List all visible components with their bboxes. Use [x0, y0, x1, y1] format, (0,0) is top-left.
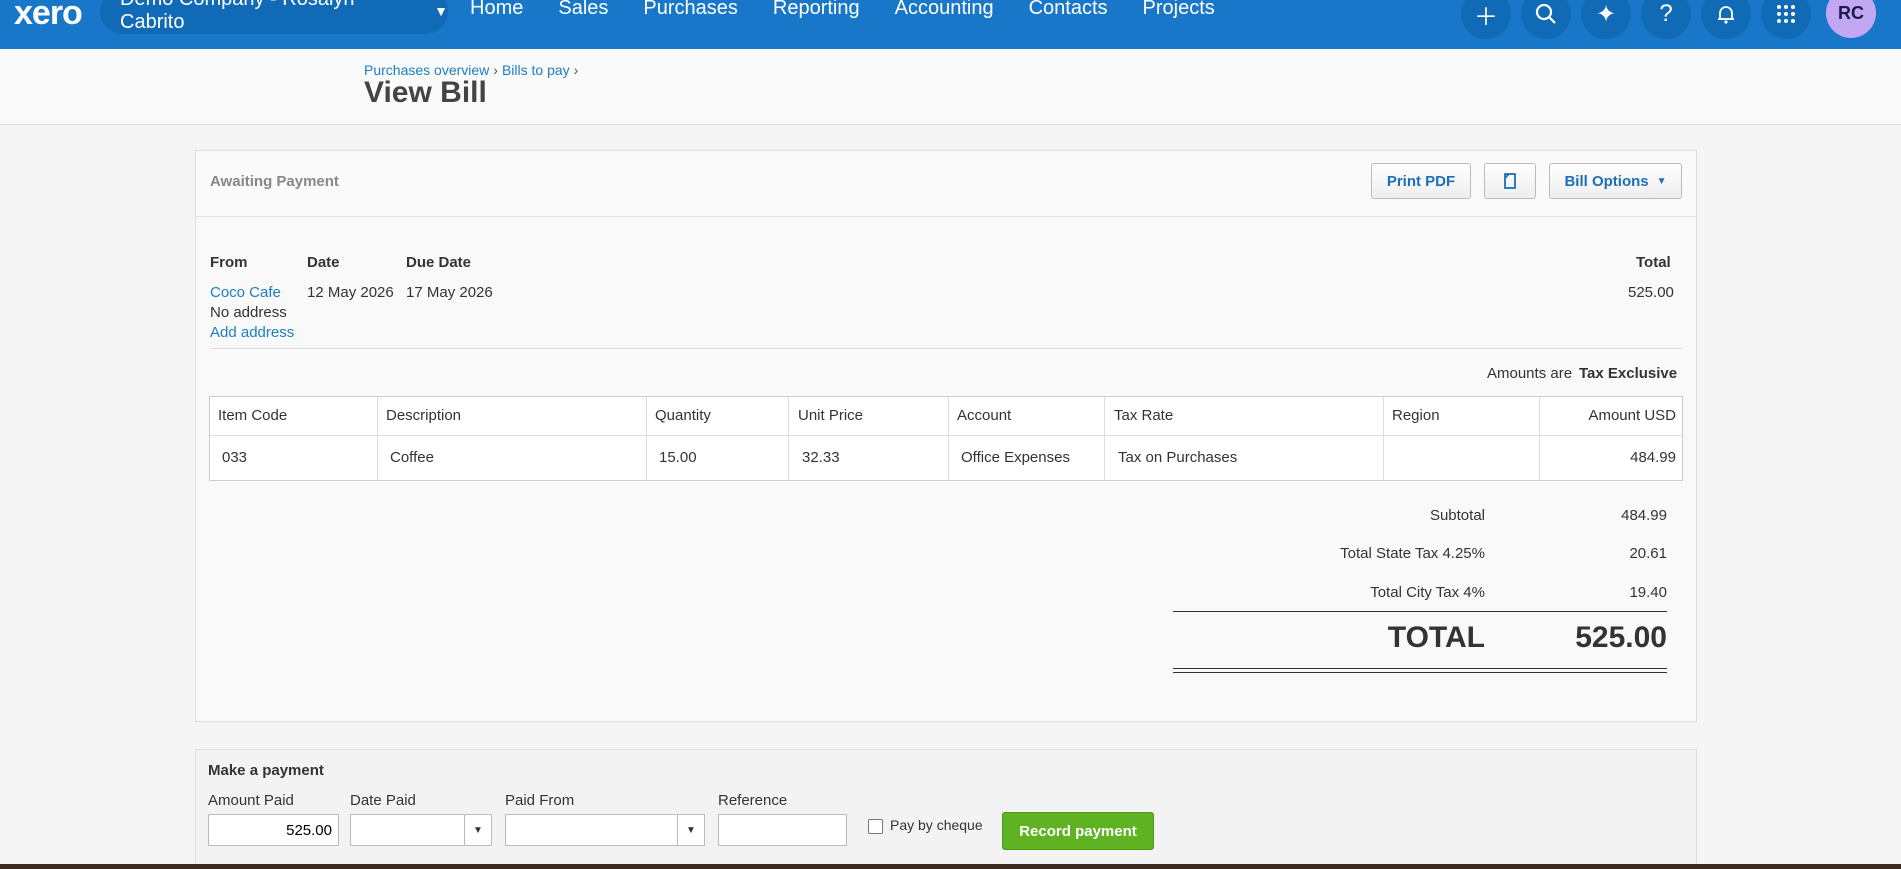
- reference-input[interactable]: [718, 814, 847, 846]
- cell-quantity[interactable]: 15.00: [659, 449, 697, 466]
- date-paid-picker[interactable]: ▼: [350, 814, 492, 846]
- nav-home[interactable]: Home: [470, 0, 523, 20]
- no-address-text: No address: [210, 304, 287, 321]
- cell-item-code[interactable]: 033: [222, 449, 247, 466]
- bill-panel-header: Awaiting Payment Print PDF Bill Options …: [196, 151, 1696, 217]
- column-divider: [1383, 397, 1384, 480]
- organisation-name: Demo Company - Rosalyn Cabrito: [120, 0, 355, 33]
- totals-divider: [1173, 611, 1667, 612]
- bill-options-label: Bill Options: [1564, 172, 1649, 190]
- user-avatar[interactable]: RC: [1826, 0, 1876, 38]
- subtotal-value: 484.99: [1621, 507, 1667, 524]
- cell-description[interactable]: Coffee: [390, 449, 434, 466]
- breadcrumb-separator: ›: [573, 62, 579, 78]
- column-header-quantity: Quantity: [655, 407, 711, 424]
- paid-from-label: Paid From: [505, 792, 575, 809]
- column-header-description: Description: [386, 407, 462, 424]
- search-icon[interactable]: [1521, 0, 1571, 39]
- page-header: Purchases overview › Bills to pay › View Bi…: [0, 49, 1901, 125]
- breadcrumb-bills-to-pay[interactable]: Bills to pay: [502, 62, 570, 78]
- line-items-table: Item Code Description Quantity Unit Pric…: [209, 396, 1683, 481]
- grand-total-value: 525.00: [1575, 621, 1667, 654]
- column-divider: [788, 397, 789, 480]
- add-address-link[interactable]: Add address: [210, 324, 294, 341]
- copy-icon: [1504, 173, 1516, 189]
- paid-from-select[interactable]: ▼: [505, 814, 705, 846]
- state-tax-label: Total State Tax 4.25%: [1340, 545, 1485, 562]
- reference-label: Reference: [718, 792, 788, 809]
- city-tax-label: Total City Tax 4%: [1370, 584, 1485, 601]
- amounts-are-value: Tax Exclusive: [1579, 365, 1678, 382]
- amounts-are-label: Amounts are: [1487, 365, 1573, 382]
- column-header-account: Account: [957, 407, 1012, 424]
- pay-by-cheque-checkbox[interactable]: [868, 819, 883, 834]
- nav-sales[interactable]: Sales: [558, 0, 608, 20]
- nav-purchases[interactable]: Purchases: [643, 0, 738, 20]
- city-tax-value: 19.40: [1629, 584, 1667, 601]
- column-header-amount: Amount USD: [1588, 407, 1676, 424]
- column-divider: [1539, 397, 1540, 480]
- plus-icon[interactable]: ＋: [1461, 0, 1511, 39]
- bill-panel: Awaiting Payment Print PDF Bill Options …: [195, 150, 1697, 722]
- pay-by-cheque-label[interactable]: Pay by cheque: [890, 817, 983, 833]
- nav-projects[interactable]: Projects: [1143, 0, 1215, 20]
- bottom-edge: [0, 864, 1901, 869]
- column-divider: [1104, 397, 1105, 480]
- nav-reporting[interactable]: Reporting: [773, 0, 860, 20]
- column-divider: [948, 397, 949, 480]
- xero-logo[interactable]: xero: [14, 0, 83, 33]
- grand-total-label: TOTAL: [1387, 621, 1485, 654]
- make-payment-title: Make a payment: [208, 762, 324, 779]
- header-divider: [210, 435, 1682, 436]
- state-tax-value: 20.61: [1629, 545, 1667, 562]
- nav-contacts[interactable]: Contacts: [1029, 0, 1108, 20]
- bill-options-button[interactable]: Bill Options ▼: [1549, 163, 1682, 199]
- total-double-underline: [1173, 668, 1667, 673]
- nav-accounting[interactable]: Accounting: [895, 0, 994, 20]
- chevron-down-icon: ▼: [1656, 175, 1667, 187]
- help-icon[interactable]: ?: [1641, 0, 1691, 39]
- column-header-unit-price: Unit Price: [798, 407, 864, 424]
- amount-paid-input[interactable]: [208, 814, 339, 846]
- cell-amount[interactable]: 484.99: [1548, 449, 1676, 466]
- cell-tax-rate[interactable]: Tax on Purchases: [1118, 449, 1237, 466]
- column-header-region: Region: [1392, 407, 1440, 424]
- print-pdf-button[interactable]: Print PDF: [1371, 163, 1471, 199]
- cell-unit-price[interactable]: 32.33: [802, 449, 840, 466]
- amount-paid-label: Amount Paid: [208, 792, 294, 809]
- subtotal-label: Subtotal: [1429, 507, 1485, 524]
- column-header-item-code: Item Code: [218, 407, 288, 424]
- organisation-switcher[interactable]: Demo Company - Rosalyn Cabrito ▼: [100, 0, 448, 34]
- bell-icon[interactable]: [1701, 0, 1751, 39]
- divider: [210, 348, 1682, 349]
- page-title: View Bill: [364, 76, 487, 109]
- date-paid-label: Date Paid: [350, 792, 416, 809]
- chevron-down-icon[interactable]: ▼: [464, 815, 491, 845]
- column-divider: [377, 397, 378, 480]
- main-nav: Home Sales Purchases Reporting Accountin…: [470, 0, 1250, 20]
- due-date-label: Due Date: [406, 254, 472, 271]
- date-label: Date: [307, 254, 340, 271]
- column-header-tax-rate: Tax Rate: [1114, 407, 1174, 424]
- chevron-down-icon[interactable]: ▼: [677, 815, 704, 845]
- total-label: Total: [1636, 254, 1671, 271]
- make-payment-panel: Make a payment Amount Paid Date Paid ▼ P…: [195, 749, 1697, 869]
- cell-account[interactable]: Office Expenses: [961, 449, 1070, 466]
- copy-button[interactable]: [1484, 163, 1536, 199]
- bill-date: 12 May 2026: [307, 284, 394, 301]
- status-label: Awaiting Payment: [210, 173, 339, 190]
- record-payment-button[interactable]: Record payment: [1002, 812, 1154, 850]
- top-nav-bar: xero Demo Company - Rosalyn Cabrito ▼ Ho…: [0, 0, 1901, 49]
- column-divider: [646, 397, 647, 480]
- contact-link[interactable]: Coco Cafe: [210, 284, 281, 301]
- sparkle-icon[interactable]: ✦: [1581, 0, 1631, 39]
- bill-total: 525.00: [1628, 284, 1674, 301]
- apps-grid-icon[interactable]: [1761, 0, 1811, 39]
- bill-due-date: 17 May 2026: [406, 284, 493, 301]
- from-label: From: [210, 254, 248, 271]
- chevron-down-icon: ▼: [434, 3, 448, 19]
- breadcrumb-separator: ›: [493, 62, 498, 78]
